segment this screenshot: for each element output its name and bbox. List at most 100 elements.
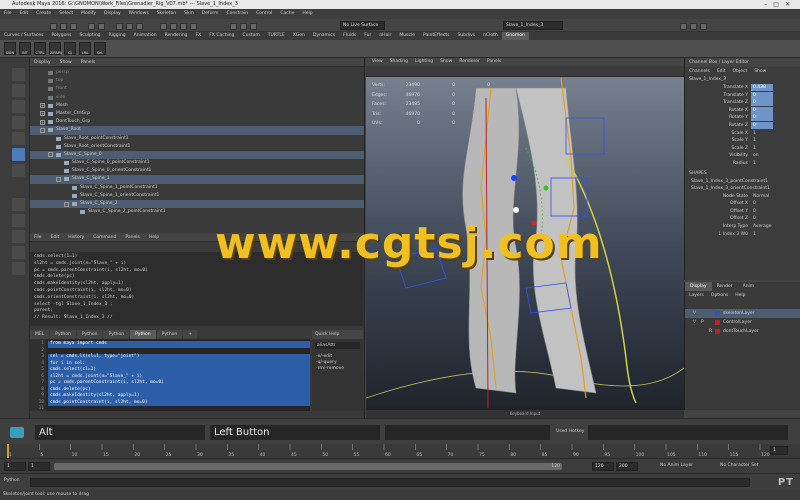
script-input[interactable]: 1 2 3 4 5 6 7 8 9 10 11 from maya import cmds sel =…	[30, 339, 310, 411]
current-frame-field[interactable]: 1	[770, 446, 788, 455]
shelf-tab[interactable]: FX Caching	[205, 32, 238, 40]
layer-row[interactable]: RdontTouchLayer	[685, 327, 800, 336]
outliner-row[interactable]: Slave_Root_pointConstraint1	[30, 135, 364, 143]
shelf-tab[interactable]: Subdivs	[453, 32, 479, 40]
tool-settings-icon[interactable]	[690, 23, 697, 30]
script-menu-item[interactable]: File	[34, 235, 42, 240]
menu-windows[interactable]: Windows	[129, 11, 149, 16]
rotate-tool-icon[interactable]	[12, 132, 25, 145]
command-input[interactable]	[30, 478, 750, 487]
two-view-layout-icon[interactable]	[12, 230, 25, 243]
input-attribute[interactable]: Interp Type Average	[685, 223, 800, 231]
layer-color-swatch[interactable]	[715, 320, 720, 325]
outliner-row[interactable]: front	[30, 85, 364, 93]
shelf-tab[interactable]: nCloth	[479, 32, 502, 40]
channel-attribute[interactable]: Rotate Y0	[685, 114, 800, 122]
shelf-tab[interactable]: Polygons	[48, 32, 76, 40]
input-node[interactable]: Slave_1_Index_3_orientConstraint1	[685, 185, 800, 193]
select-hierarchy-icon[interactable]	[116, 23, 123, 30]
shelf-tab[interactable]: Sculpting	[76, 32, 105, 40]
outliner-row[interactable]: Slave_C_Spine_0_orientConstraint1	[30, 167, 364, 175]
channel-attribute[interactable]: Rotate X0	[685, 106, 800, 115]
quick-help-item[interactable]: -rm/-remove	[316, 366, 359, 372]
channel-attribute[interactable]: Translate Y0	[685, 91, 800, 100]
outliner-layout-icon[interactable]	[12, 246, 25, 259]
shelf-button[interactable]: ZIPAPA	[49, 42, 62, 55]
expand-toggle[interactable]: +	[40, 103, 45, 109]
menu-deform[interactable]: Deform	[202, 11, 219, 16]
layer-menu-item[interactable]: Layers	[689, 293, 704, 298]
open-scene-icon[interactable]	[60, 23, 67, 30]
outliner-row[interactable]: + DontTouch_Grp	[30, 118, 364, 126]
single-view-layout-icon[interactable]	[12, 198, 25, 211]
expand-toggle[interactable]: –	[40, 127, 45, 133]
script-tab[interactable]: Python	[76, 330, 103, 339]
anim-layer-selector[interactable]: No Anim Layer	[660, 463, 693, 468]
select-tool-icon[interactable]	[12, 68, 25, 81]
outliner-row[interactable]: + Mesh	[30, 102, 364, 110]
layer-playback-toggle[interactable]: P	[701, 318, 704, 327]
channel-attribute[interactable]: Scale Y1	[685, 137, 800, 145]
channel-attribute[interactable]: Scale X1	[685, 130, 800, 138]
shelf-button[interactable]: CTRL	[34, 42, 46, 55]
command-language-toggle[interactable]: Python	[4, 478, 20, 483]
playback-start-field[interactable]: 1	[28, 462, 50, 471]
four-view-layout-icon[interactable]	[12, 214, 25, 227]
shelf-tab[interactable]: PaintEffects	[419, 32, 453, 40]
script-menu-item[interactable]: History	[68, 235, 84, 240]
menu-cache[interactable]: Cache	[280, 11, 294, 16]
attribute-value[interactable]: 0.438	[751, 84, 773, 91]
select-component-icon[interactable]	[136, 23, 143, 30]
channel-menu-item[interactable]: Edit	[717, 69, 726, 74]
snap-point-icon[interactable]	[180, 23, 187, 30]
outliner-row[interactable]: Slave_C_Spine_0_pointConstraint1	[30, 159, 364, 167]
channel-attribute[interactable]: Radius 1	[685, 160, 800, 168]
channel-attribute[interactable]: Visibility on	[685, 152, 800, 160]
layer-tab[interactable]: Display	[685, 282, 712, 291]
attribute-value[interactable]: on	[751, 152, 773, 159]
current-time-marker[interactable]	[7, 444, 9, 458]
outliner-menu-item[interactable]: Display	[34, 60, 51, 65]
shelf-tab[interactable]: Dynamics	[309, 32, 339, 40]
attribute-value[interactable]: 1	[751, 137, 773, 144]
attribute-value[interactable]: 0	[751, 208, 773, 215]
attribute-value[interactable]: 1	[751, 130, 773, 137]
script-menu-item[interactable]: Panels	[125, 235, 139, 240]
menu-modify[interactable]: Modify	[81, 11, 96, 16]
expand-toggle[interactable]: –	[48, 152, 53, 158]
attribute-value[interactable]: 1	[751, 145, 773, 152]
menu-constrain[interactable]: Constrain	[226, 11, 248, 16]
script-tab[interactable]: Python	[103, 330, 130, 339]
ipr-render-icon[interactable]	[240, 23, 247, 30]
layer-row[interactable]: VskeletonLayer	[685, 309, 800, 318]
outliner-row[interactable]: – Slave_C_Spine_0	[30, 150, 364, 160]
attribute-value[interactable]: 0	[751, 215, 773, 222]
end-time-field[interactable]: 200	[616, 462, 638, 471]
outliner-row[interactable]: – Slave_C_Spine_1	[30, 175, 364, 184]
new-scene-icon[interactable]	[50, 23, 57, 30]
graph-layout-icon[interactable]	[12, 262, 25, 275]
expand-toggle[interactable]: –	[56, 176, 61, 182]
minimize-button[interactable]: –	[764, 1, 773, 8]
shelf-tab[interactable]: Rigging	[105, 32, 130, 40]
outliner-row[interactable]: – Slave_Root	[30, 126, 364, 135]
menu-display[interactable]: Display	[104, 11, 121, 16]
menu-file[interactable]: File	[4, 11, 12, 16]
outliner-row[interactable]: – Slave_C_Spine_2	[30, 200, 364, 209]
close-button[interactable]: ✕	[785, 1, 796, 8]
script-menu-item[interactable]: Help	[149, 235, 159, 240]
shelf-tab[interactable]: Fur	[360, 32, 375, 40]
channel-menu-item[interactable]: Channels	[689, 69, 710, 74]
shelf-tab[interactable]: Rendering	[161, 32, 192, 40]
outliner-row[interactable]: side	[30, 94, 364, 102]
attribute-value[interactable]: 0	[751, 106, 773, 114]
attribute-value[interactable]: 0	[751, 200, 773, 207]
shelf-tab[interactable]: Muscle	[395, 32, 419, 40]
shelf-tab[interactable]: Custom	[239, 32, 264, 40]
channel-box-icon[interactable]	[700, 23, 707, 30]
character-set-selector[interactable]: No Character Set	[720, 463, 759, 468]
input-node[interactable]: Slave_1_Index_3_pointConstraint1	[685, 178, 800, 186]
shelf-button[interactable]: LRA	[79, 42, 91, 55]
layer-menu-item[interactable]: Help	[735, 293, 745, 298]
outliner-menu-item[interactable]: Panels	[81, 60, 95, 65]
